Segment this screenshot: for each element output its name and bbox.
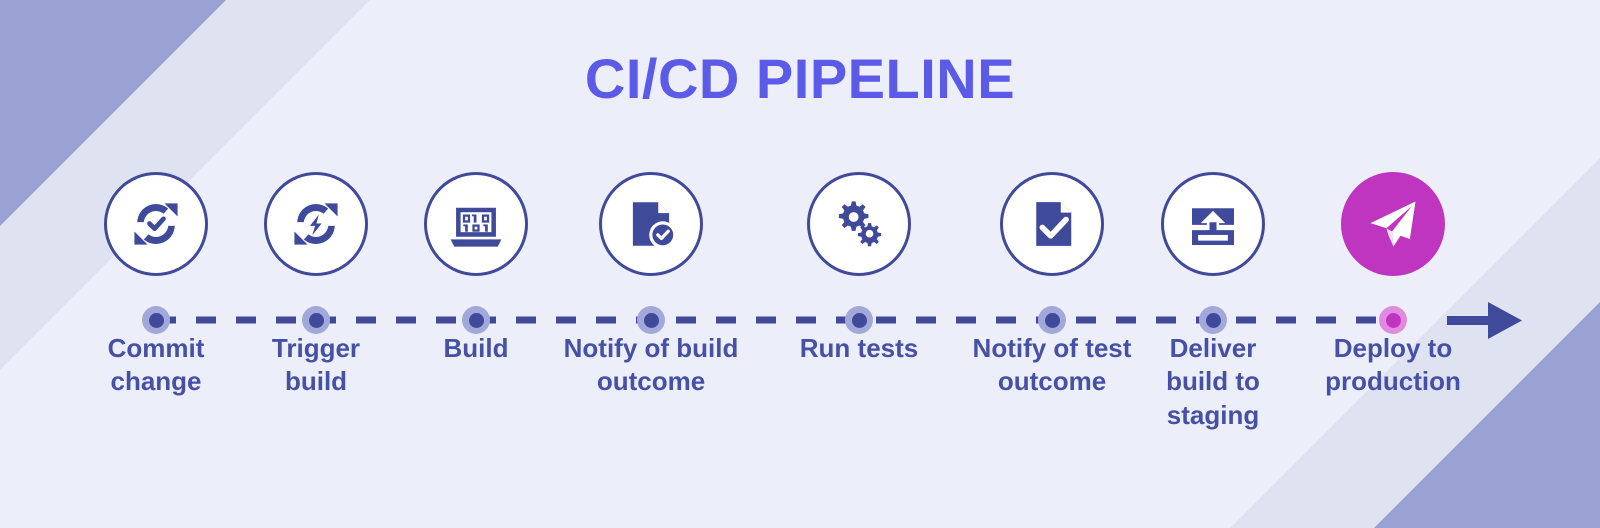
timeline-node-notify-build-outcome[interactable] — [637, 306, 665, 334]
pipeline-step-label: Deliver build to staging — [1166, 333, 1260, 430]
document-check-icon — [1036, 202, 1072, 246]
pipeline-step-deploy-to-production[interactable]: Deploy to production — [1303, 172, 1483, 399]
timeline-node-deploy-to-production[interactable] — [1379, 306, 1407, 334]
laptop-binary-icon — [450, 207, 502, 247]
laptop-binary-icon-circle — [424, 172, 528, 276]
paper-plane-icon — [1370, 201, 1416, 247]
gears-icon — [838, 201, 882, 247]
upload-deliver-icon-circle — [1161, 172, 1265, 276]
timeline-node-deliver-build-to-staging[interactable] — [1199, 306, 1227, 334]
sync-bolt-icon — [294, 203, 338, 245]
cicd-pipeline-infographic: CI/CD PIPELINE Commit change Trigger bui… — [0, 0, 1600, 528]
gears-icon-circle — [807, 172, 911, 276]
upload-deliver-icon — [1192, 208, 1234, 245]
sync-check-icon — [134, 203, 178, 245]
pipeline-step-commit-change[interactable]: Commit change — [66, 172, 246, 399]
document-check-badge-icon — [632, 202, 677, 249]
timeline-node-build[interactable] — [462, 306, 490, 334]
pipeline-timeline — [90, 296, 1540, 344]
document-check-icon-circle — [1000, 172, 1104, 276]
pipeline-step-trigger-build[interactable]: Trigger build — [226, 172, 406, 399]
sync-check-icon-circle — [104, 172, 208, 276]
arrow-right-icon — [1447, 302, 1522, 339]
timeline-node-notify-test-outcome[interactable] — [1038, 306, 1066, 334]
timeline-node-trigger-build[interactable] — [302, 306, 330, 334]
paper-plane-icon-circle — [1341, 172, 1445, 276]
sync-bolt-icon-circle — [264, 172, 368, 276]
pipeline-step-notify-build-outcome[interactable]: Notify of build outcome — [561, 172, 741, 399]
page-title: CI/CD PIPELINE — [584, 47, 1016, 110]
document-check-badge-icon-circle — [599, 172, 703, 276]
timeline-node-run-tests[interactable] — [845, 306, 873, 334]
timeline-node-commit-change[interactable] — [142, 306, 170, 334]
pipeline-step-notify-test-outcome[interactable]: Notify of test outcome — [962, 172, 1142, 399]
